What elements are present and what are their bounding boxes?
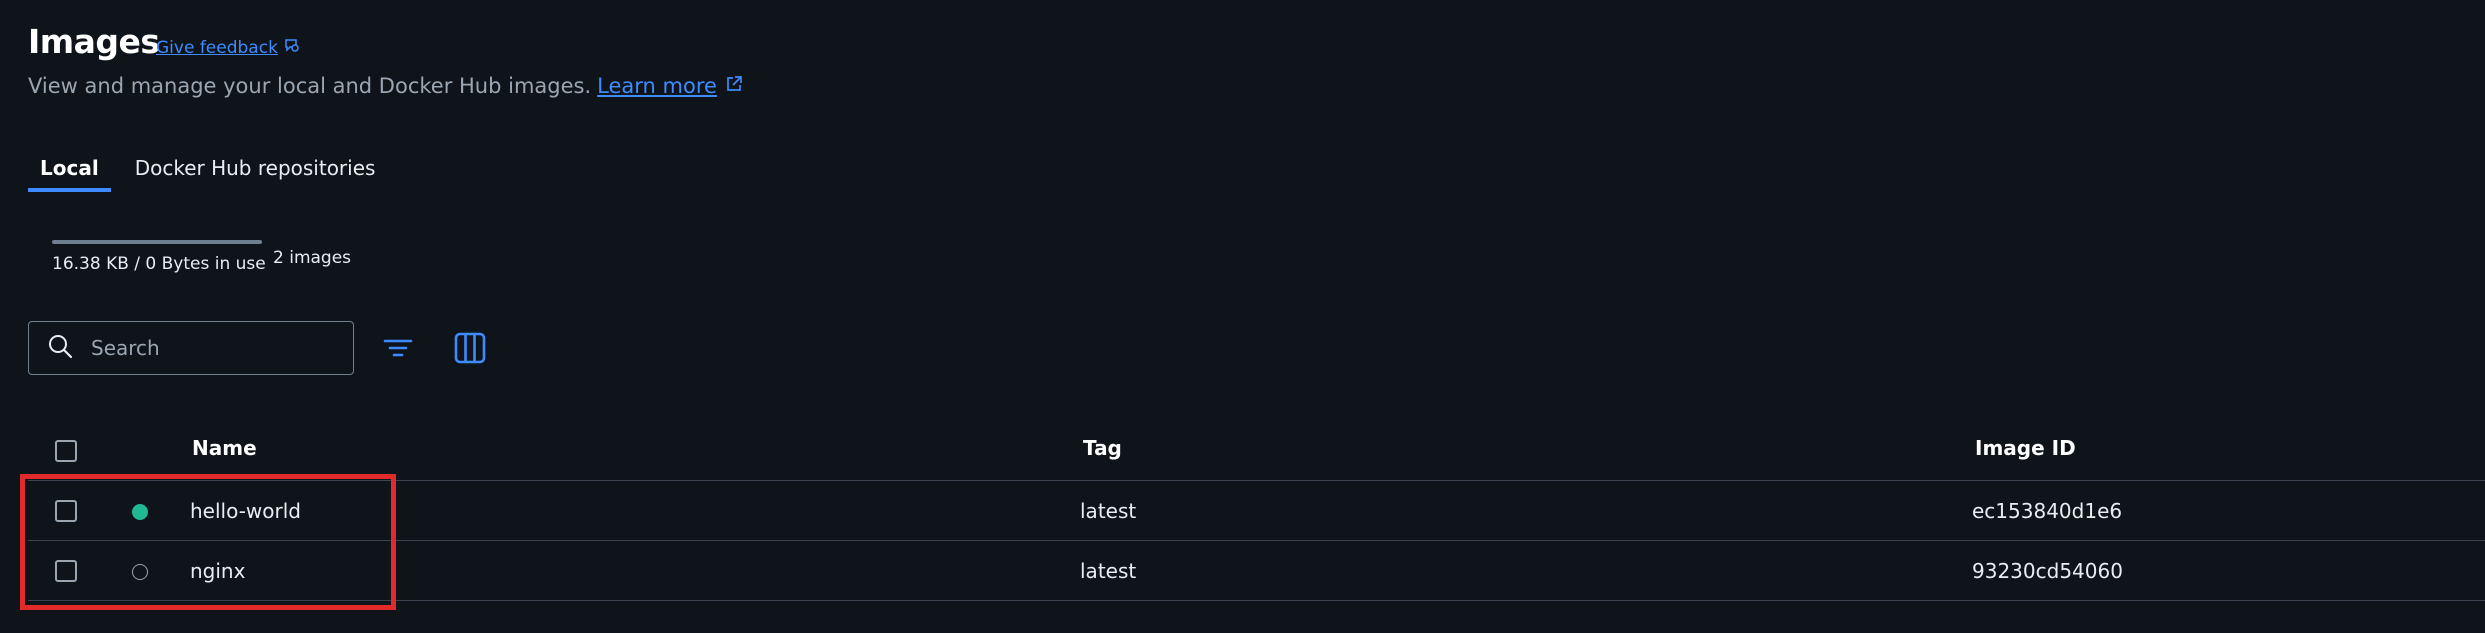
columns-icon — [454, 332, 486, 368]
tab-docker-hub-repositories[interactable]: Docker Hub repositories — [123, 150, 388, 192]
table-row[interactable]: nginx latest 93230cd54060 — [28, 541, 2485, 601]
image-id: 93230cd54060 — [1972, 559, 2123, 583]
filter-button[interactable] — [378, 330, 418, 370]
usage-text: 16.38 KB / 0 Bytes in use — [52, 254, 266, 274]
filter-icon — [383, 336, 413, 364]
column-header-tag[interactable]: Tag — [1083, 436, 1122, 460]
image-count: 2 images — [273, 248, 352, 268]
column-header-name[interactable]: Name — [192, 436, 257, 460]
image-tag: latest — [1080, 559, 1137, 583]
column-header-image-id[interactable]: Image ID — [1975, 436, 2076, 460]
tab-local[interactable]: Local — [28, 150, 111, 192]
row-checkbox[interactable] — [55, 560, 77, 582]
subtitle-text: View and manage your local and Docker Hu… — [28, 74, 592, 98]
select-all-checkbox[interactable] — [55, 440, 77, 462]
status-unused-icon — [132, 564, 148, 580]
give-feedback-label: Give feedback — [156, 37, 278, 58]
external-link-icon — [725, 74, 743, 98]
storage-usage: 16.38 KB / 0 Bytes in use — [52, 240, 266, 274]
learn-more-label: Learn more — [597, 74, 717, 98]
columns-button[interactable] — [450, 330, 490, 370]
search-icon — [47, 333, 73, 363]
learn-more-link[interactable]: Learn more — [597, 74, 743, 98]
row-checkbox[interactable] — [55, 500, 77, 522]
status-in-use-icon — [132, 504, 148, 520]
image-name[interactable]: nginx — [190, 559, 245, 583]
search-box[interactable] — [28, 321, 354, 375]
search-input[interactable] — [89, 335, 323, 361]
usage-bar — [52, 240, 262, 244]
give-feedback-link[interactable]: Give feedback — [156, 37, 300, 58]
table-header: Name Tag Image ID — [28, 420, 2485, 481]
table-row[interactable]: hello-world latest ec153840d1e6 — [28, 481, 2485, 541]
image-id: ec153840d1e6 — [1972, 499, 2123, 523]
images-page: Images Give feedback View and manage you… — [0, 0, 2485, 633]
image-tag: latest — [1080, 499, 1137, 523]
image-name[interactable]: hello-world — [190, 499, 301, 523]
page-subtitle: View and manage your local and Docker Hu… — [28, 74, 743, 98]
tab-bar: Local Docker Hub repositories — [28, 150, 387, 192]
feedback-icon — [284, 37, 300, 58]
page-title: Images — [28, 22, 160, 61]
